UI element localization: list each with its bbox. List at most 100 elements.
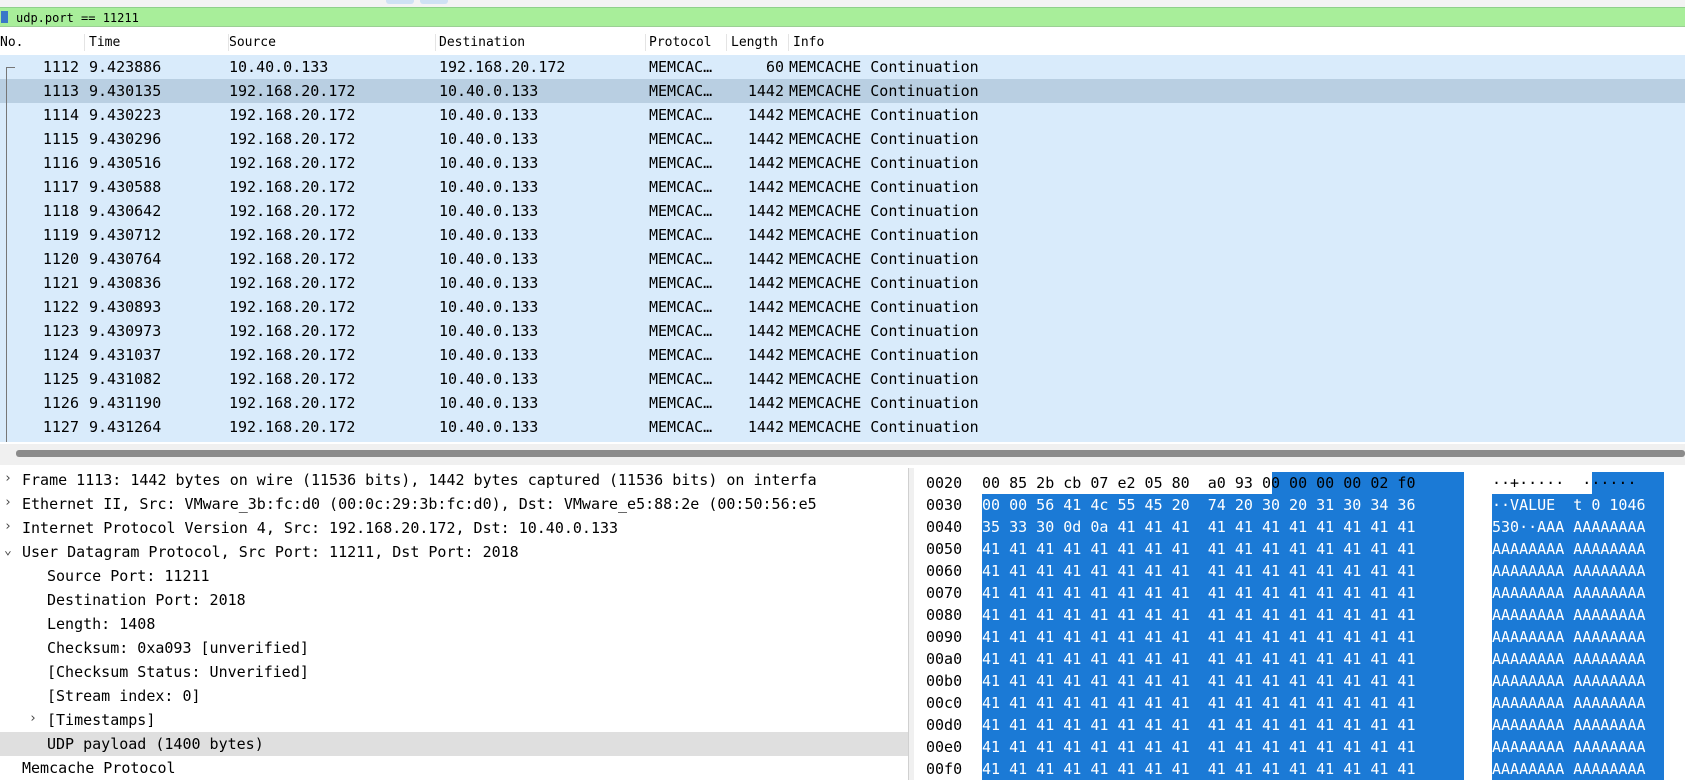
hex-ascii[interactable]: 530··AAA AAAAAAAA bbox=[1492, 516, 1664, 538]
tree-item[interactable]: Length: 1408 bbox=[0, 612, 908, 636]
table-row[interactable]: 1122 9.430893 192.168.20.172 10.40.0.133 MEM… bbox=[0, 295, 1685, 319]
hex-bytes[interactable]: 00 00 56 41 4c 55 45 20 74 20 30 20 31 3… bbox=[982, 494, 1464, 516]
horizontal-scrollbar[interactable] bbox=[16, 450, 1685, 457]
hex-ascii-text: AAAAAAAA AAAAAAAA bbox=[1492, 562, 1646, 580]
tree-item[interactable]: › Frame 1113: 1442 bytes on wire (11536 b… bbox=[0, 468, 908, 492]
table-row[interactable]: 1127 9.431264 192.168.20.172 10.40.0.133 MEM… bbox=[0, 415, 1685, 439]
hex-row: 0050 41 41 41 41 41 41 41 41 41 41 41 41 … bbox=[914, 538, 1685, 560]
table-row[interactable]: 1117 9.430588 192.168.20.172 10.40.0.133 MEM… bbox=[0, 175, 1685, 199]
hex-ascii[interactable]: AAAAAAAA AAAAAAAA bbox=[1492, 560, 1664, 582]
chevron-right-icon[interactable]: › bbox=[4, 519, 12, 534]
hex-bytes[interactable]: 41 41 41 41 41 41 41 41 41 41 41 41 41 4… bbox=[982, 538, 1464, 560]
table-row[interactable]: 1116 9.430516 192.168.20.172 10.40.0.133 MEM… bbox=[0, 151, 1685, 175]
tree-item[interactable]: Source Port: 11211 bbox=[0, 564, 908, 588]
table-row[interactable]: 1118 9.430642 192.168.20.172 10.40.0.133 MEM… bbox=[0, 199, 1685, 223]
hex-row: 00d0 41 41 41 41 41 41 41 41 41 41 41 41 … bbox=[914, 714, 1685, 736]
tree-item[interactable]: Destination Port: 2018 bbox=[0, 588, 908, 612]
table-row[interactable]: 1120 9.430764 192.168.20.172 10.40.0.133 MEM… bbox=[0, 247, 1685, 271]
hex-bytes[interactable]: 00 85 2b cb 07 e2 05 80 a0 93 00 00 00 0… bbox=[982, 472, 1464, 494]
packet-length: 60 bbox=[765, 58, 784, 76]
hex-bytes[interactable]: 41 41 41 41 41 41 41 41 41 41 41 41 41 4… bbox=[982, 670, 1464, 692]
hex-offset: 0040 bbox=[926, 518, 963, 536]
hex-bytes[interactable]: 41 41 41 41 41 41 41 41 41 41 41 41 41 4… bbox=[982, 736, 1464, 758]
hex-bytes[interactable]: 35 33 30 0d 0a 41 41 41 41 41 41 41 41 4… bbox=[982, 516, 1464, 538]
table-row[interactable]: 1126 9.431190 192.168.20.172 10.40.0.133 MEM… bbox=[0, 391, 1685, 415]
table-row[interactable]: 1114 9.430223 192.168.20.172 10.40.0.133 MEM… bbox=[0, 103, 1685, 127]
hex-bytes[interactable]: 41 41 41 41 41 41 41 41 41 41 41 41 41 4… bbox=[982, 582, 1464, 604]
hex-ascii[interactable]: AAAAAAAA AAAAAAAA bbox=[1492, 604, 1664, 626]
hex-bytes[interactable]: 41 41 41 41 41 41 41 41 41 41 41 41 41 4… bbox=[982, 604, 1464, 626]
table-row[interactable]: 1113 9.430135 192.168.20.172 10.40.0.133 MEM… bbox=[0, 79, 1685, 103]
tree-item[interactable]: Checksum: 0xa093 [unverified] bbox=[0, 636, 908, 660]
column-header-info[interactable]: Info bbox=[789, 34, 1685, 51]
hex-bytes[interactable]: 41 41 41 41 41 41 41 41 41 41 41 41 41 4… bbox=[982, 560, 1464, 582]
packet-time: 9.431082 bbox=[89, 370, 162, 388]
hex-bytes[interactable]: 41 41 41 41 41 41 41 41 41 41 41 41 41 4… bbox=[982, 758, 1464, 780]
packet-source: 192.168.20.172 bbox=[229, 202, 356, 220]
column-header-length[interactable]: Length bbox=[727, 34, 789, 51]
column-header-no[interactable]: No. bbox=[0, 34, 85, 51]
hex-offset: 00a0 bbox=[926, 650, 963, 668]
table-row[interactable]: 1121 9.430836 192.168.20.172 10.40.0.133 MEM… bbox=[0, 271, 1685, 295]
tree-item[interactable]: › Internet Protocol Version 4, Src: 192.1… bbox=[0, 516, 908, 540]
packet-length: 1442 bbox=[747, 154, 784, 172]
table-row[interactable]: 1119 9.430712 192.168.20.172 10.40.0.133 MEM… bbox=[0, 223, 1685, 247]
hex-ascii[interactable]: AAAAAAAA AAAAAAAA bbox=[1492, 736, 1664, 758]
hex-ascii[interactable]: AAAAAAAA AAAAAAAA bbox=[1492, 582, 1664, 604]
table-row[interactable]: 1124 9.431037 192.168.20.172 10.40.0.133 MEM… bbox=[0, 343, 1685, 367]
hex-ascii[interactable]: ··VALUE t 0 1046 bbox=[1492, 494, 1664, 516]
hex-bytes[interactable]: 41 41 41 41 41 41 41 41 41 41 41 41 41 4… bbox=[982, 648, 1464, 670]
hex-bytes[interactable]: 41 41 41 41 41 41 41 41 41 41 41 41 41 4… bbox=[982, 626, 1464, 648]
hex-ascii[interactable]: AAAAAAAA AAAAAAAA bbox=[1492, 626, 1664, 648]
column-header-protocol[interactable]: Protocol bbox=[645, 34, 727, 51]
table-row[interactable]: 1115 9.430296 192.168.20.172 10.40.0.133 MEM… bbox=[0, 127, 1685, 151]
chevron-down-icon[interactable]: ⌄ bbox=[4, 543, 12, 558]
hex-bytes[interactable]: 41 41 41 41 41 41 41 41 41 41 41 41 41 4… bbox=[982, 714, 1464, 736]
table-row[interactable]: 1123 9.430973 192.168.20.172 10.40.0.133 MEM… bbox=[0, 319, 1685, 343]
table-row[interactable]: 1125 9.431082 192.168.20.172 10.40.0.133 MEM… bbox=[0, 367, 1685, 391]
hex-bytes[interactable]: 41 41 41 41 41 41 41 41 41 41 41 41 41 4… bbox=[982, 692, 1464, 714]
hex-ascii-text: AAAAAAAA AAAAAAAA bbox=[1492, 540, 1646, 558]
display-filter-input[interactable] bbox=[12, 10, 1676, 25]
packet-time: 9.430893 bbox=[89, 298, 162, 316]
hex-ascii[interactable]: AAAAAAAA AAAAAAAA bbox=[1492, 648, 1664, 670]
hex-ascii[interactable]: AAAAAAAA AAAAAAAA bbox=[1492, 714, 1664, 736]
hex-ascii[interactable]: AAAAAAAA AAAAAAAA bbox=[1492, 538, 1664, 560]
chevron-right-icon[interactable]: › bbox=[29, 711, 37, 726]
tree-item[interactable]: [Checksum Status: Unverified] bbox=[0, 660, 908, 684]
tree-item[interactable]: Memcache Protocol bbox=[0, 756, 908, 780]
packet-destination: 10.40.0.133 bbox=[439, 202, 539, 220]
chevron-right-icon[interactable]: › bbox=[4, 495, 12, 510]
tree-item[interactable]: [Stream index: 0] bbox=[0, 684, 908, 708]
packet-protocol: MEMCAC… bbox=[649, 202, 713, 220]
packet-protocol: MEMCAC… bbox=[649, 178, 713, 196]
packet-number: 1117 bbox=[42, 178, 79, 196]
packet-number: 1118 bbox=[42, 202, 79, 220]
bookmark-icon[interactable] bbox=[1, 11, 8, 23]
hex-ascii[interactable]: AAAAAAAA AAAAAAAA bbox=[1492, 670, 1664, 692]
packet-length: 1442 bbox=[747, 370, 784, 388]
packet-length: 1442 bbox=[747, 322, 784, 340]
packet-time: 9.430516 bbox=[89, 154, 162, 172]
hex-ascii[interactable]: AAAAAAAA AAAAAAAA bbox=[1492, 758, 1664, 780]
hex-ascii[interactable]: ··+····· ······ bbox=[1492, 472, 1664, 494]
column-header-destination[interactable]: Destination bbox=[435, 34, 646, 51]
column-header-time[interactable]: Time bbox=[85, 34, 229, 51]
tree-item[interactable]: ⌄ User Datagram Protocol, Src Port: 11211… bbox=[0, 540, 908, 564]
tree-item-label: UDP payload (1400 bytes) bbox=[47, 735, 264, 753]
pane-splitter[interactable] bbox=[0, 444, 1685, 465]
hex-bytes-text: 41 41 41 41 41 41 41 41 41 41 41 41 41 4… bbox=[982, 540, 1416, 558]
packet-number: 1125 bbox=[42, 370, 79, 388]
tree-item[interactable]: UDP payload (1400 bytes) bbox=[0, 732, 908, 756]
tree-item[interactable]: › [Timestamps] bbox=[0, 708, 908, 732]
hex-bytes-text: 41 41 41 41 41 41 41 41 41 41 41 41 41 4… bbox=[982, 672, 1416, 690]
chevron-right-icon[interactable]: › bbox=[4, 471, 12, 486]
hex-ascii-text: AAAAAAAA AAAAAAAA bbox=[1492, 738, 1646, 756]
toolbar-button[interactable] bbox=[386, 0, 414, 4]
column-header-source[interactable]: Source bbox=[225, 34, 436, 51]
hex-ascii[interactable]: AAAAAAAA AAAAAAAA bbox=[1492, 692, 1664, 714]
hex-bytes-text: 00 00 56 41 4c 55 45 20 74 20 30 20 31 3… bbox=[982, 496, 1416, 514]
tree-item[interactable]: › Ethernet II, Src: VMware_3b:fc:d0 (00:0… bbox=[0, 492, 908, 516]
toolbar-button[interactable] bbox=[420, 0, 448, 4]
table-row[interactable]: 1112 9.423886 10.40.0.133 192.168.20.172 MEM… bbox=[0, 55, 1685, 79]
